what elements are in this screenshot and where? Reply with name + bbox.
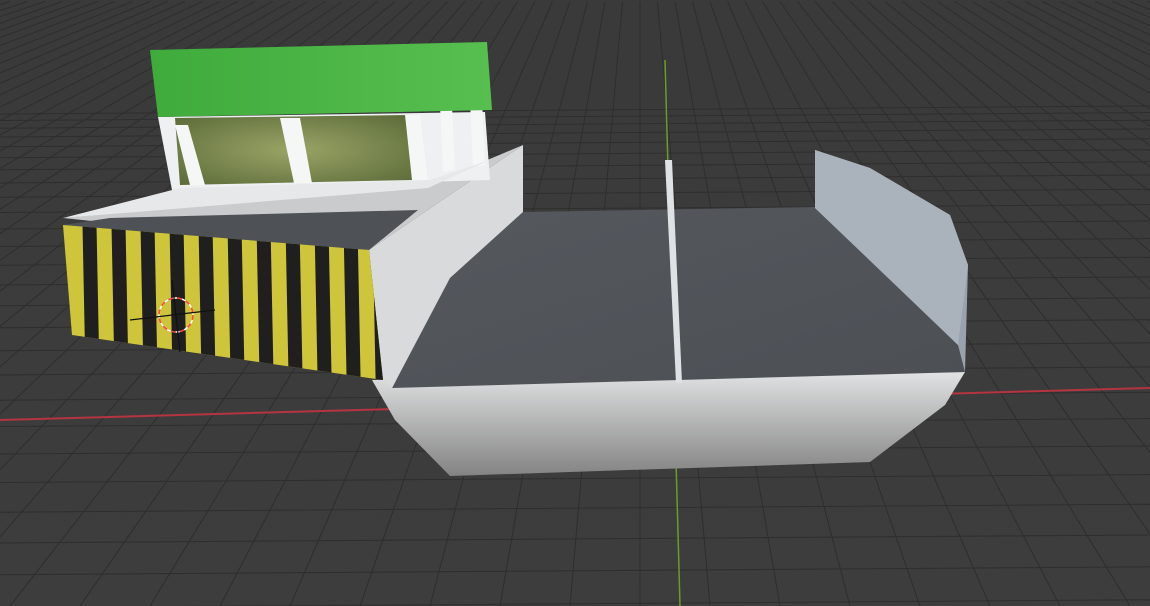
grid-line xyxy=(0,1,28,12)
grid-line xyxy=(989,1,1150,95)
grid-line xyxy=(0,474,1150,484)
grid-line xyxy=(1077,1,1150,36)
boat-model[interactable] xyxy=(50,42,968,476)
grid-line xyxy=(179,599,1150,606)
viewport-scene[interactable] xyxy=(0,0,1150,606)
grid-line xyxy=(0,1,81,31)
hull-lower xyxy=(372,372,965,476)
3d-viewport[interactable] xyxy=(0,0,1150,606)
grid-line xyxy=(1024,1,1150,68)
grid-line xyxy=(1112,1,1150,19)
grid-line xyxy=(1007,1,1150,81)
grid-line xyxy=(0,503,1150,513)
cabin-roof xyxy=(150,42,492,117)
grid-line xyxy=(0,534,1150,544)
grid-line xyxy=(0,566,1150,576)
grid-line xyxy=(972,1,1150,110)
